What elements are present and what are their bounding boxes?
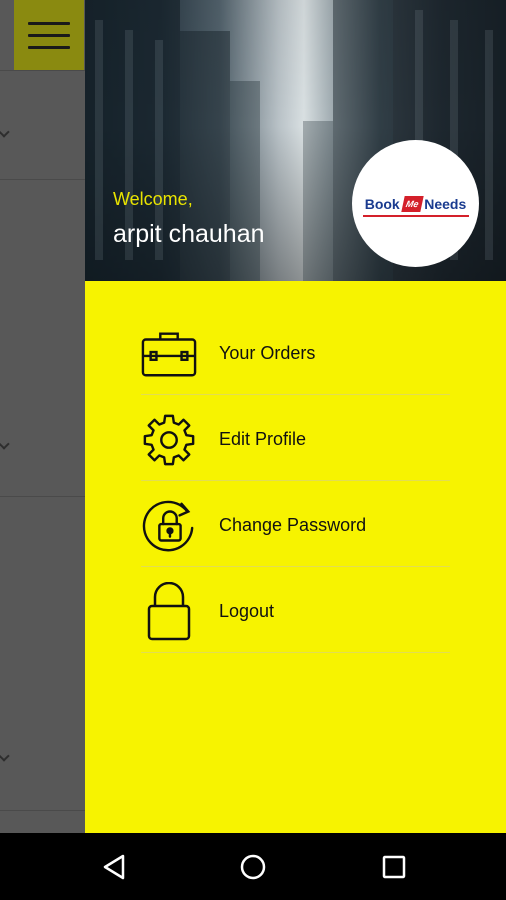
menu-item-edit-profile[interactable]: Edit Profile — [85, 395, 506, 481]
lock-icon — [141, 582, 197, 641]
welcome-text: Welcome, — [113, 189, 193, 209]
menu-item-label: Edit Profile — [219, 429, 307, 449]
divider — [0, 179, 85, 180]
gear-icon — [141, 414, 197, 466]
logo-text-needs: Needs — [424, 195, 467, 212]
divider — [0, 70, 85, 71]
divider — [0, 810, 85, 811]
menu-item-logout[interactable]: Logout — [85, 567, 506, 653]
logo-underline — [363, 215, 469, 217]
menu-icon-bar — [28, 46, 70, 49]
hamburger-menu-button[interactable] — [14, 0, 84, 70]
home-icon[interactable] — [236, 850, 270, 884]
logo-wordmark: Book Me Needs — [364, 195, 467, 212]
drawer-menu: Your Orders Edit Profile Change Password… — [85, 309, 506, 653]
menu-item-your-orders[interactable]: Your Orders — [85, 309, 506, 395]
recents-icon[interactable] — [377, 850, 411, 884]
divider — [141, 652, 450, 653]
menu-item-label: Your Orders — [219, 343, 316, 363]
navigation-drawer: Welcome, arpit chauhan Book Me Needs You… — [85, 0, 506, 833]
briefcase-icon — [141, 329, 197, 379]
user-name: arpit chauhan — [113, 220, 265, 248]
menu-item-label: Logout — [219, 601, 275, 621]
logo-text-me: Me — [401, 195, 423, 212]
chevron-down-icon — [0, 126, 10, 138]
logo-text-book: Book — [364, 195, 400, 212]
menu-icon-bar — [28, 34, 70, 37]
menu-item-change-password[interactable]: Change Password — [85, 481, 506, 567]
lock-refresh-icon — [141, 500, 197, 552]
chevron-down-icon — [0, 750, 10, 762]
menu-icon — [28, 22, 70, 25]
back-icon[interactable] — [97, 850, 131, 884]
system-navigation-bar — [0, 833, 506, 900]
drawer-header: Welcome, arpit chauhan Book Me Needs — [85, 0, 506, 281]
app-logo: Book Me Needs — [352, 140, 479, 267]
divider — [0, 496, 85, 497]
menu-item-label: Change Password — [219, 515, 367, 535]
chevron-down-icon — [0, 438, 10, 450]
